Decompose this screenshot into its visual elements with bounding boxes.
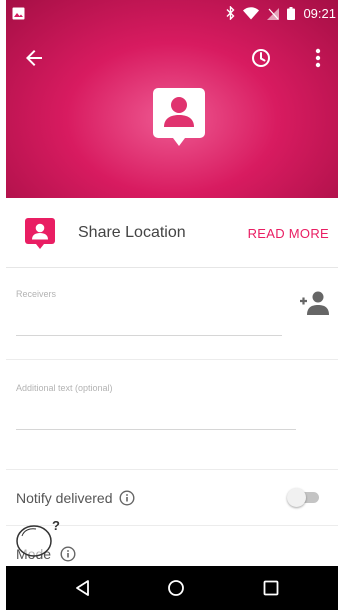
receivers-underline — [16, 335, 282, 336]
add-person-icon[interactable] — [298, 290, 330, 316]
more-vert-icon[interactable] — [312, 46, 324, 70]
bluetooth-icon — [226, 6, 235, 20]
additional-text-underline — [16, 429, 296, 430]
share-location-row: Share Location READ MORE — [6, 198, 338, 268]
additional-text-section: Additional text (optional) — [6, 360, 338, 470]
notify-delivered-label: Notify delivered — [16, 490, 113, 506]
app-bar — [6, 38, 338, 78]
recents-square-icon[interactable] — [261, 578, 281, 598]
status-time: 09:21 — [303, 5, 336, 21]
svg-text:?: ? — [52, 518, 60, 533]
header-hero — [6, 0, 338, 198]
back-triangle-icon[interactable] — [73, 578, 93, 598]
home-circle-icon[interactable] — [166, 578, 186, 598]
contact-pin-icon — [153, 88, 205, 146]
back-arrow-icon[interactable] — [22, 46, 46, 70]
toggle-thumb — [287, 488, 306, 507]
contact-pin-icon — [25, 218, 55, 249]
receivers-section: Receivers — [6, 268, 338, 360]
additional-text-label: Additional text (optional) — [16, 383, 113, 393]
receivers-input[interactable] — [16, 312, 278, 332]
status-bar: 09:21 — [0, 0, 344, 26]
read-more-button[interactable]: READ MORE — [248, 226, 329, 241]
info-icon[interactable] — [119, 490, 135, 506]
share-location-title: Share Location — [78, 224, 186, 241]
no-sim-icon — [267, 7, 280, 20]
help-bubble-icon[interactable]: ? — [14, 514, 70, 566]
history-icon[interactable] — [249, 46, 273, 70]
image-icon — [12, 7, 25, 19]
wifi-icon — [243, 6, 260, 19]
battery-icon — [287, 6, 296, 20]
navigation-bar — [6, 566, 338, 610]
receivers-label: Receivers — [16, 289, 57, 299]
notify-delivered-toggle[interactable] — [287, 487, 321, 507]
additional-text-input[interactable] — [16, 406, 292, 426]
